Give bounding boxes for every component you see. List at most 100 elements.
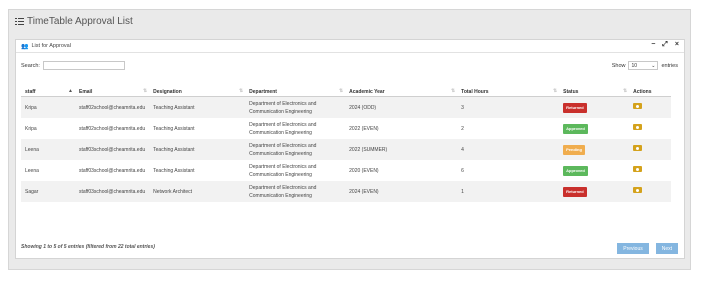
department-line-2: Communication Engineering (249, 150, 312, 157)
cell-total-hours: 1 (457, 181, 560, 202)
panel-header: 👥 List for Approval − ⤢ × (16, 40, 684, 53)
entries-select[interactable]: 10 ⌄ (628, 61, 659, 70)
cell-department: Department of Electronics and Communicati… (245, 181, 346, 202)
view-button[interactable] (633, 145, 643, 151)
cell-designation: Teaching Assistant (149, 139, 246, 160)
cell-status: Approved (559, 118, 629, 139)
entries-label: entries (661, 62, 678, 69)
column-header-email[interactable]: Email ⇅ (75, 87, 150, 97)
users-icon: 👥 (21, 43, 29, 50)
cell-status: Returned (559, 96, 630, 118)
cell-status: Approved (559, 160, 629, 181)
column-header-academic-year[interactable]: Academic Year ⇅ (345, 87, 458, 97)
pagination: Previous Next (617, 243, 678, 254)
sort-icon: ⇅ (552, 88, 558, 94)
close-icon[interactable]: × (675, 41, 679, 49)
cell-designation: Teaching Assistant (153, 125, 195, 132)
eye-icon (636, 104, 640, 108)
cell-email: staff03school@cheamrita.edu (75, 181, 150, 202)
department-line-2: Communication Engineering (249, 171, 312, 178)
panel-title: List for Approval (31, 43, 71, 49)
eye-icon (636, 167, 640, 171)
cell-department: Department of Electronics and Communicati… (245, 139, 346, 160)
department-line-1: Department of Electronics and (249, 121, 317, 128)
view-button[interactable] (633, 124, 643, 130)
cell-staff: Kripa (25, 125, 37, 132)
cell-designation: Teaching Assistant (153, 167, 195, 174)
eye-icon (636, 146, 640, 150)
cell-total-hours: 6 (461, 167, 464, 174)
sort-icon: ⇅ (142, 88, 148, 94)
table-row: Sagar staff03school@cheamrita.edu Network … (21, 181, 671, 202)
cell-department: Department of Electronics and Communicati… (245, 160, 345, 181)
cell-academic-year: 2020 (EVEN) (349, 167, 379, 174)
cell-designation: Network Architect (149, 181, 246, 202)
cell-academic-year: 2024 (EVEN) (345, 181, 458, 202)
search-row: Search: (21, 61, 125, 70)
cell-department: Department of Electronics and Communicati… (245, 96, 346, 118)
column-header-staff[interactable]: staff ▲ (21, 87, 75, 97)
expand-icon[interactable]: ⤢ (662, 41, 668, 49)
table-row: Leena staff03school@cheamrita.edu Teaching… (21, 139, 671, 160)
cell-academic-year: 2024 (ODD) (345, 96, 458, 118)
show-label: Show (611, 62, 626, 69)
view-button[interactable] (633, 166, 643, 172)
cell-actions (629, 181, 671, 202)
table-row: Kripa staff02school@cheamrita.edu Teaching… (21, 118, 671, 139)
status-badge: Approved (563, 165, 588, 176)
approval-table: staff ▲ Email ⇅ Designation ⇅ Department ⇅ A… (21, 87, 671, 202)
cell-actions (629, 160, 671, 181)
view-button[interactable] (633, 187, 643, 193)
cell-staff: Sagar (21, 181, 75, 202)
cell-status: Pending (559, 139, 630, 160)
cell-academic-year: 2022 (EVEN) (349, 125, 379, 132)
table-header-row: staff ▲ Email ⇅ Designation ⇅ Department ⇅ A… (21, 87, 671, 97)
cell-department: Department of Electronics and Communicati… (245, 118, 345, 139)
cell-actions (629, 118, 671, 139)
department-line-2: Communication Engineering (249, 108, 312, 115)
previous-button[interactable]: Previous (617, 243, 649, 254)
entries-value: 10 (631, 62, 638, 69)
page-title: TimeTable Approval List (15, 16, 133, 27)
eye-icon (636, 125, 640, 129)
column-header-status[interactable]: Status ⇅ (559, 87, 630, 97)
department-line-2: Communication Engineering (249, 192, 312, 199)
table-info: Showing 1 to 5 of 5 entries (filtered fr… (21, 244, 155, 250)
department-line-2: Communication Engineering (249, 129, 312, 136)
page-title-text: TimeTable Approval List (27, 16, 133, 27)
sort-icon: ⇅ (338, 88, 344, 94)
column-header-total-hours[interactable]: Total Hours ⇅ (457, 87, 560, 97)
panel-tools: − ⤢ × (651, 41, 679, 49)
cell-email: staff03school@cheamrita.edu (79, 167, 146, 174)
cell-total-hours: 4 (457, 139, 560, 160)
sort-icon: ▲ (68, 88, 73, 94)
department-line-1: Department of Electronics and (249, 100, 317, 107)
column-header-department[interactable]: Department ⇅ (245, 87, 346, 97)
cell-staff: Kripa (21, 96, 75, 118)
status-badge: Returned (563, 102, 587, 113)
list-icon (15, 16, 24, 27)
cell-staff: Leena (21, 139, 75, 160)
cell-email: staff02school@cheamrita.edu (79, 125, 146, 132)
table-row: Kripa staff02school@cheamrita.edu Teaching… (21, 96, 671, 118)
eye-icon (636, 188, 640, 192)
status-badge: Pending (563, 144, 585, 155)
column-header-actions: Actions (629, 87, 671, 97)
cell-designation: Teaching Assistant (149, 96, 246, 118)
show-entries: Show 10 ⌄ entries (612, 61, 678, 70)
cell-total-hours: 3 (457, 96, 560, 118)
department-line-1: Department of Electronics and (249, 142, 317, 149)
minimize-icon[interactable]: − (651, 41, 655, 49)
next-button[interactable]: Next (655, 243, 678, 254)
chevron-down-icon: ⌄ (651, 62, 656, 69)
search-input[interactable] (42, 61, 125, 70)
column-header-designation[interactable]: Designation ⇅ (149, 87, 246, 97)
cell-email: staff02school@cheamrita.edu (75, 96, 150, 118)
table-row: Leena staff03school@cheamrita.edu Teaching… (21, 160, 671, 181)
page-container: TimeTable Approval List 👥 List for Appro… (8, 9, 691, 270)
view-button[interactable] (633, 103, 643, 109)
sort-icon: ⇅ (238, 88, 244, 94)
cell-actions (629, 139, 671, 160)
status-badge: Returned (563, 186, 587, 197)
cell-actions (629, 96, 671, 118)
